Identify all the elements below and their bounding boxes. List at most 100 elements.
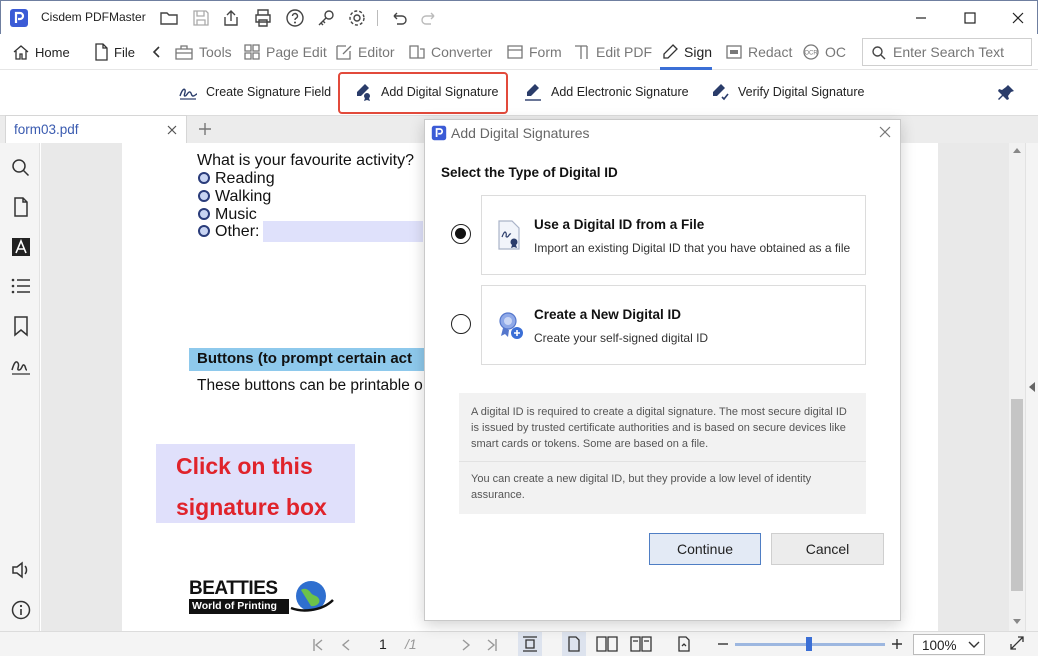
fit-height-button[interactable]: [518, 632, 542, 656]
option-other: Other:: [215, 223, 260, 240]
redact-icon: [726, 45, 742, 59]
menu-edit-pdf[interactable]: Edit PDF: [573, 42, 652, 62]
electronic-signature-icon: [525, 84, 541, 101]
zoom-out-icon[interactable]: [717, 638, 729, 650]
digital-id-file-icon: [498, 220, 520, 250]
scroll-up-icon[interactable]: [1013, 147, 1021, 153]
edit-icon: [336, 45, 352, 60]
new-tab-icon[interactable]: [197, 121, 213, 137]
undo-icon[interactable]: [389, 8, 409, 28]
home-icon: [13, 45, 29, 60]
buttons-heading-text: Buttons (to prompt certain act: [197, 350, 413, 367]
maximize-icon[interactable]: [958, 7, 982, 29]
left-sidebar: [0, 143, 40, 631]
menu-form[interactable]: Form: [506, 42, 562, 62]
info-icon[interactable]: [10, 599, 32, 621]
continuous-page-icon[interactable]: [630, 636, 652, 652]
menu-form-label: Form: [529, 44, 562, 60]
radio-digital-id-from-file[interactable]: [451, 224, 471, 244]
menu-sign[interactable]: Sign: [661, 42, 712, 62]
menu-edit-pdf-label: Edit PDF: [596, 44, 653, 60]
last-page-icon[interactable]: [486, 638, 498, 652]
chevron-left-icon[interactable]: [150, 44, 164, 60]
current-page-number[interactable]: 1: [379, 636, 387, 652]
zoom-in-icon[interactable]: [891, 638, 903, 650]
zoom-slider-thumb[interactable]: [806, 637, 812, 651]
app-title: Cisdem PDFMaster: [41, 10, 146, 24]
scroll-down-icon[interactable]: [1013, 619, 1021, 625]
two-page-icon[interactable]: [596, 636, 618, 652]
scrollbar-thumb[interactable]: [1011, 399, 1023, 591]
zoom-dropdown[interactable]: 100%: [913, 634, 985, 655]
menu-redact[interactable]: Redact: [725, 42, 792, 62]
radio-other[interactable]: [198, 225, 210, 237]
menu-tools[interactable]: Tools: [174, 42, 232, 62]
search-input[interactable]: [893, 43, 1027, 61]
search-icon[interactable]: [10, 157, 32, 179]
dialog-title: Add Digital Signatures: [451, 125, 590, 141]
settings-icon[interactable]: [347, 8, 367, 28]
other-text-field[interactable]: [263, 221, 423, 242]
add-electronic-signature-button[interactable]: Add Electronic Signature: [523, 81, 689, 103]
search-box[interactable]: [862, 38, 1032, 66]
continue-button[interactable]: Continue: [649, 533, 761, 565]
redo-icon[interactable]: [419, 8, 439, 28]
expand-right-panel-icon[interactable]: [1028, 381, 1036, 393]
text-annotation-icon[interactable]: [10, 236, 32, 258]
key-icon[interactable]: [316, 8, 336, 28]
info-text-secure: A digital ID is required to create a dig…: [471, 406, 847, 450]
ocr-icon: OCR: [803, 44, 819, 60]
info-separator: [459, 461, 866, 462]
verify-signature-icon: [713, 84, 729, 101]
cancel-button[interactable]: Cancel: [771, 533, 884, 565]
tab-form03[interactable]: form03.pdf: [5, 115, 187, 143]
share-icon[interactable]: [221, 8, 241, 28]
close-window-icon[interactable]: [1006, 7, 1030, 29]
menu-file[interactable]: File: [93, 42, 135, 62]
converter-icon: [409, 45, 425, 59]
print-icon[interactable]: [253, 8, 273, 28]
signature-box-line2: signature box: [176, 494, 327, 520]
open-folder-icon[interactable]: [159, 8, 179, 28]
option-create-new-digital-id[interactable]: Create a New Digital ID Create your self…: [481, 285, 866, 365]
beatties-logo: BEATTIES World of Printing: [189, 578, 339, 618]
menu-converter[interactable]: Converter: [408, 42, 492, 62]
menu-ocr[interactable]: OCR OC: [802, 42, 846, 62]
close-dialog-icon[interactable]: [879, 126, 891, 138]
outline-list-icon[interactable]: [10, 275, 32, 297]
single-page-button[interactable]: [562, 632, 586, 656]
bookmark-icon[interactable]: [10, 315, 32, 337]
close-tab-icon[interactable]: [166, 124, 178, 136]
first-page-icon[interactable]: [312, 638, 324, 652]
menu-home-label: Home: [35, 44, 70, 60]
zoom-value: 100%: [922, 638, 957, 653]
radio-reading[interactable]: [198, 172, 210, 184]
title-bar: Cisdem PDFMaster: [0, 0, 1038, 34]
fullscreen-icon[interactable]: [1009, 635, 1025, 651]
previous-page-icon[interactable]: [340, 638, 352, 652]
radio-walking[interactable]: [198, 190, 210, 202]
help-icon[interactable]: [285, 8, 305, 28]
radio-create-new-digital-id[interactable]: [451, 314, 471, 334]
verify-digital-signature-button[interactable]: Verify Digital Signature: [710, 81, 864, 103]
single-page-icon: [568, 636, 580, 652]
fit-height-icon: [523, 636, 537, 652]
activity-question: What is your favourite activity?: [197, 152, 414, 169]
menu-page-edit[interactable]: Page Edit: [243, 42, 327, 62]
signature-icon[interactable]: [10, 355, 32, 377]
next-page-icon[interactable]: [460, 638, 472, 652]
minimize-icon[interactable]: [909, 7, 933, 29]
speaker-icon[interactable]: [10, 559, 32, 581]
chevron-down-icon: [968, 641, 980, 648]
menu-home[interactable]: Home: [12, 42, 70, 62]
pin-icon[interactable]: [996, 83, 1016, 103]
logo-tagline: World of Printing: [189, 599, 289, 614]
buttons-description: These buttons can be printable o: [197, 377, 423, 394]
menu-editor[interactable]: Editor: [335, 42, 395, 62]
create-signature-field-button[interactable]: Create Signature Field: [178, 81, 331, 103]
page-thumbnail-icon[interactable]: [10, 196, 32, 218]
export-page-icon[interactable]: [676, 636, 692, 652]
option-digital-id-from-file[interactable]: Use a Digital ID from a File Import an e…: [481, 195, 866, 275]
radio-music[interactable]: [198, 208, 210, 220]
save-icon[interactable]: [191, 8, 211, 28]
